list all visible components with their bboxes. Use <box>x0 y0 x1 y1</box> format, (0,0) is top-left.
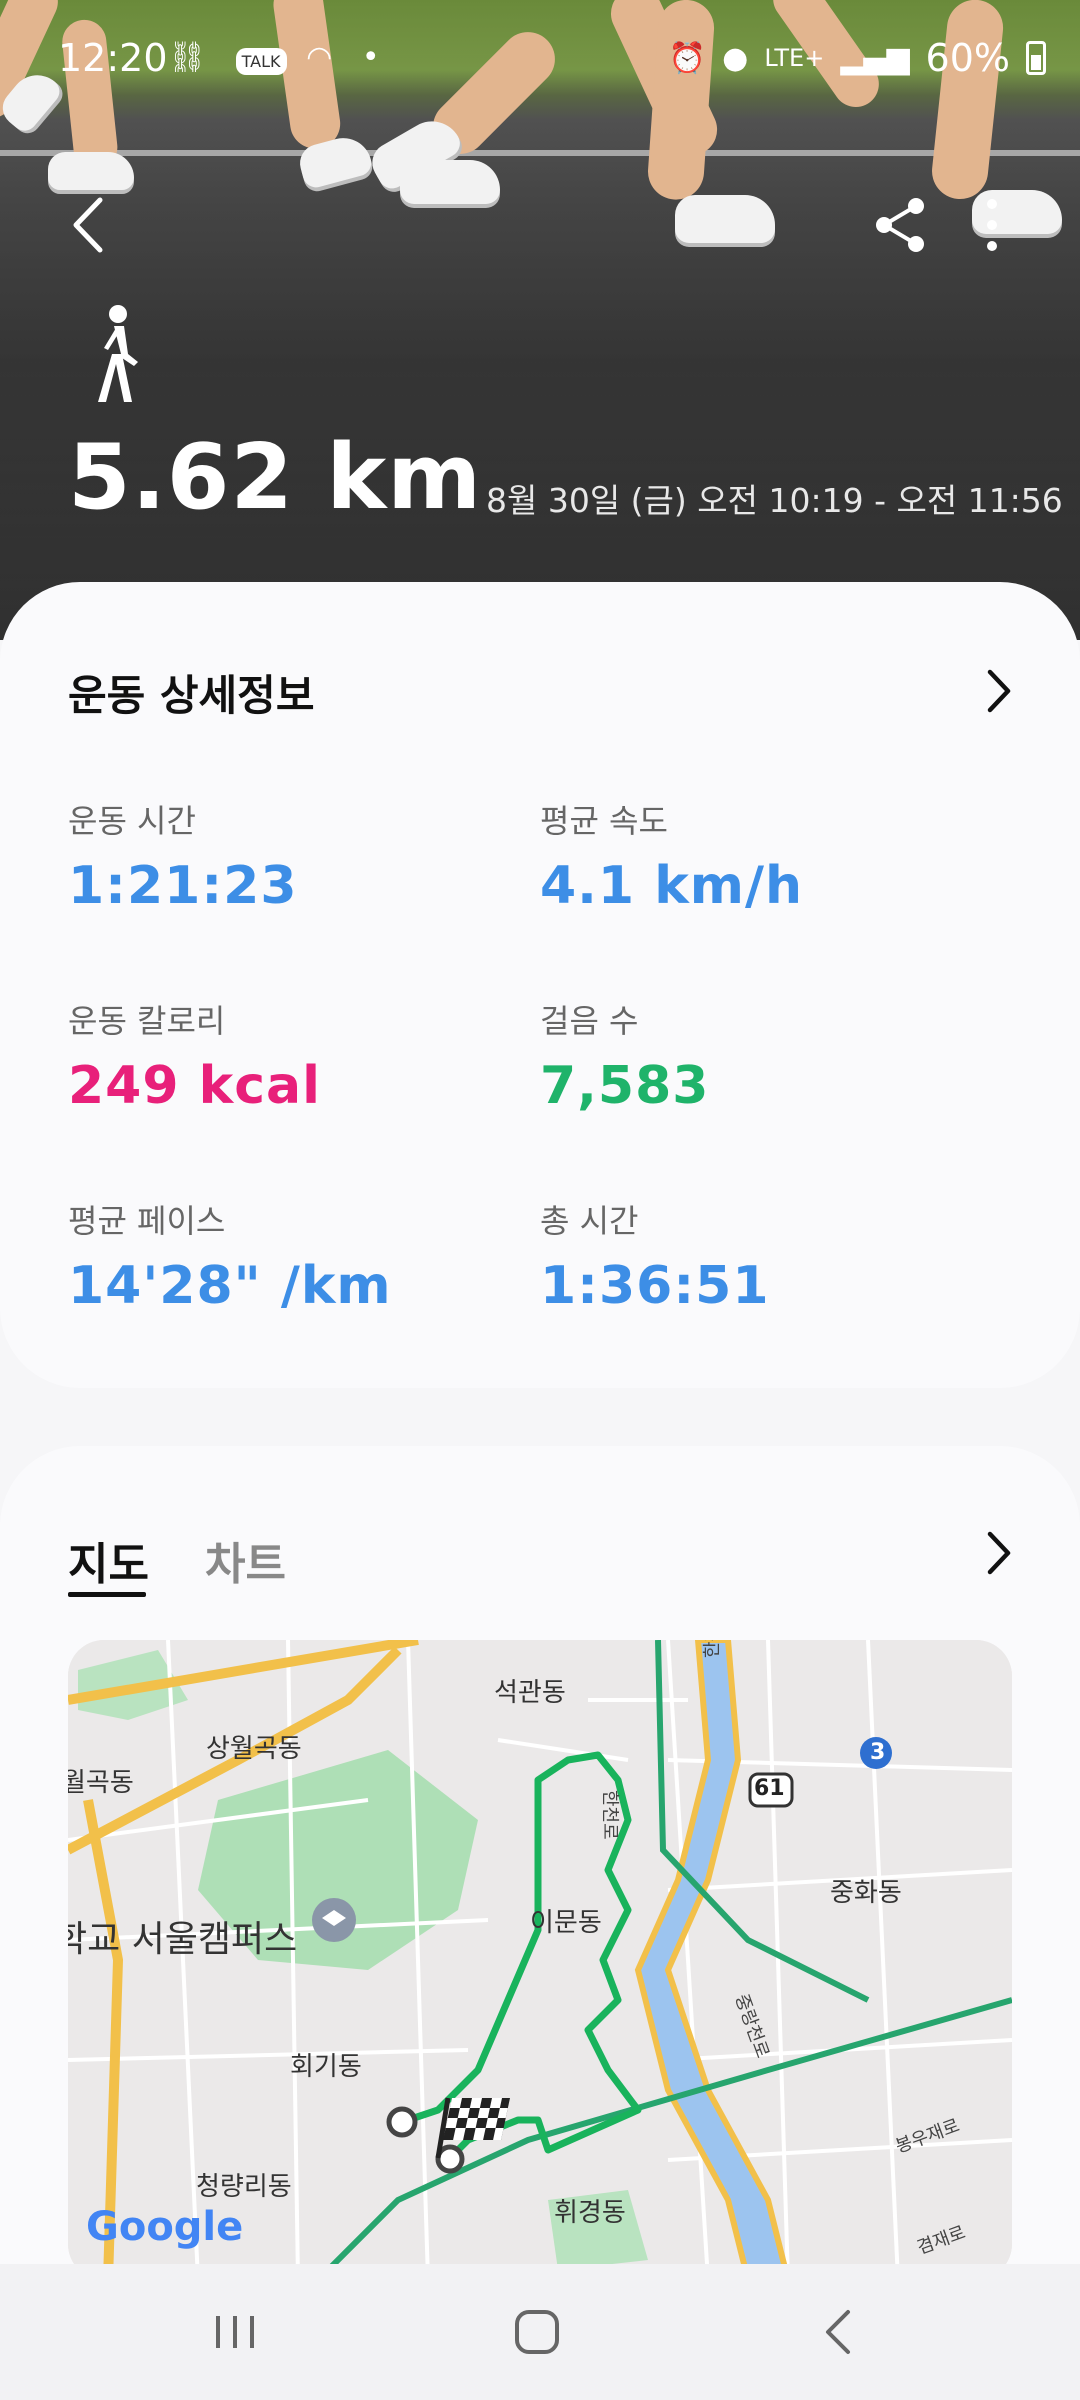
route-map[interactable]: 석관동 상월곡동 월곡동 이문동 학교 서울캠퍼스 회기동 청량리동 휘경동 중… <box>68 1640 1012 2280</box>
map-label: 상월곡동 <box>206 1734 302 1764</box>
location-icon: ● <box>722 40 749 76</box>
network-label: LTE+ <box>764 44 825 72</box>
runner-shoe <box>48 152 134 190</box>
map-label: 월곡동 <box>68 1768 134 1798</box>
stat-workout-time: 운동 시간 1:21:23 <box>68 796 298 916</box>
road-line <box>0 150 1080 156</box>
stat-steps: 걸음 수 7,583 <box>540 996 709 1116</box>
battery-percent: 60% <box>925 36 1010 80</box>
home-icon[interactable] <box>502 2302 572 2362</box>
dot-icon: • <box>361 40 390 75</box>
stat-total-time: 총 시간 1:36:51 <box>540 1196 770 1316</box>
start-marker <box>386 2106 418 2138</box>
talk-icon: TALK <box>235 48 287 75</box>
tab-chart[interactable]: 차트 <box>205 1528 286 1592</box>
wifi-icon: ◠ <box>306 40 343 75</box>
map-label: 회기동 <box>290 2052 362 2082</box>
map-label: 이문동 <box>530 1908 602 1938</box>
map-label: 한천로 <box>599 1790 620 1840</box>
more-options-icon[interactable] <box>980 190 1004 260</box>
status-time: 12:20 <box>58 36 168 80</box>
signal-icon: ▂▄▆ <box>840 40 910 76</box>
workout-details-card: 운동 상세정보 운동 시간 1:21:23 평균 속도 4.1 km/h 운동 … <box>0 582 1080 1388</box>
route-3-label: 3 <box>870 1740 886 1765</box>
workout-datetime: 8월 30일 (금) 오전 10:19 - 오전 11:56 <box>486 481 1063 520</box>
stat-label: 총 시간 <box>540 1202 639 1240</box>
stat-value: 4.1 km/h <box>540 856 803 916</box>
active-tab-indicator <box>68 1592 146 1597</box>
map-label: 석관동 <box>494 1678 566 1708</box>
map-label: 휘경동 <box>554 2198 626 2228</box>
google-logo: Google <box>86 2204 244 2250</box>
stat-average-speed: 평균 속도 4.1 km/h <box>540 796 803 916</box>
map-label: 학교 서울캠퍼스 <box>68 1919 298 1960</box>
stat-label: 운동 시간 <box>68 802 196 840</box>
status-bar: 12:20 ⛓ TALK ◠ • ⏰ ● LTE+ ▂▄▆ 60% <box>0 0 1080 110</box>
recent-apps-icon[interactable] <box>200 2302 270 2362</box>
stat-value: 1:21:23 <box>68 856 298 916</box>
map-label: 청량리동 <box>196 2172 292 2202</box>
stat-average-pace: 평균 페이스 14'28" /km <box>68 1196 392 1316</box>
stat-label: 운동 칼로리 <box>68 1002 226 1040</box>
runner-shoe <box>400 160 500 204</box>
stat-value: 14'28" /km <box>68 1256 392 1316</box>
stat-value: 1:36:51 <box>540 1256 770 1316</box>
stat-label: 평균 페이스 <box>68 1202 226 1240</box>
navigation-bar <box>0 2264 1080 2400</box>
tab-map[interactable]: 지도 <box>68 1528 149 1592</box>
battery-icon <box>1026 41 1046 75</box>
map-label: 한천로58길 <box>698 1640 724 1658</box>
back-icon[interactable] <box>804 2302 874 2362</box>
stat-value: 7,583 <box>540 1056 710 1116</box>
map-label: 중화동 <box>830 1878 902 1908</box>
chevron-right-icon[interactable] <box>978 1526 1018 1580</box>
link-icon: ⛓ <box>168 40 217 75</box>
back-arrow-icon[interactable] <box>62 190 122 260</box>
stat-label: 걸음 수 <box>540 1002 639 1040</box>
distance-value: 5.62 km <box>68 425 483 530</box>
route-61-label: 61 <box>754 1776 785 1801</box>
runner-shoe <box>675 195 775 243</box>
stat-label: 평균 속도 <box>540 802 668 840</box>
hero-background: 12:20 ⛓ TALK ◠ • ⏰ ● LTE+ ▂▄▆ 60% 5.62 k… <box>0 0 1080 640</box>
walk-icon <box>98 305 138 402</box>
chevron-right-icon[interactable] <box>978 664 1018 718</box>
stat-value: 249 kcal <box>68 1056 321 1116</box>
map-chart-card: 지도 차트 석관동 상월곡동 월곡동 이문동 학교 서울캠퍼스 회기동 청량리동… <box>0 1446 1080 2346</box>
alarm-icon: ⏰ <box>668 40 707 76</box>
details-title: 운동 상세정보 <box>68 671 315 720</box>
stat-calories: 운동 칼로리 249 kcal <box>68 996 321 1116</box>
status-right: ⏰ ● LTE+ ▂▄▆ 60% <box>669 36 1046 80</box>
status-left-icons: ⛓ TALK ◠ • <box>168 40 390 75</box>
share-icon[interactable] <box>870 190 930 260</box>
